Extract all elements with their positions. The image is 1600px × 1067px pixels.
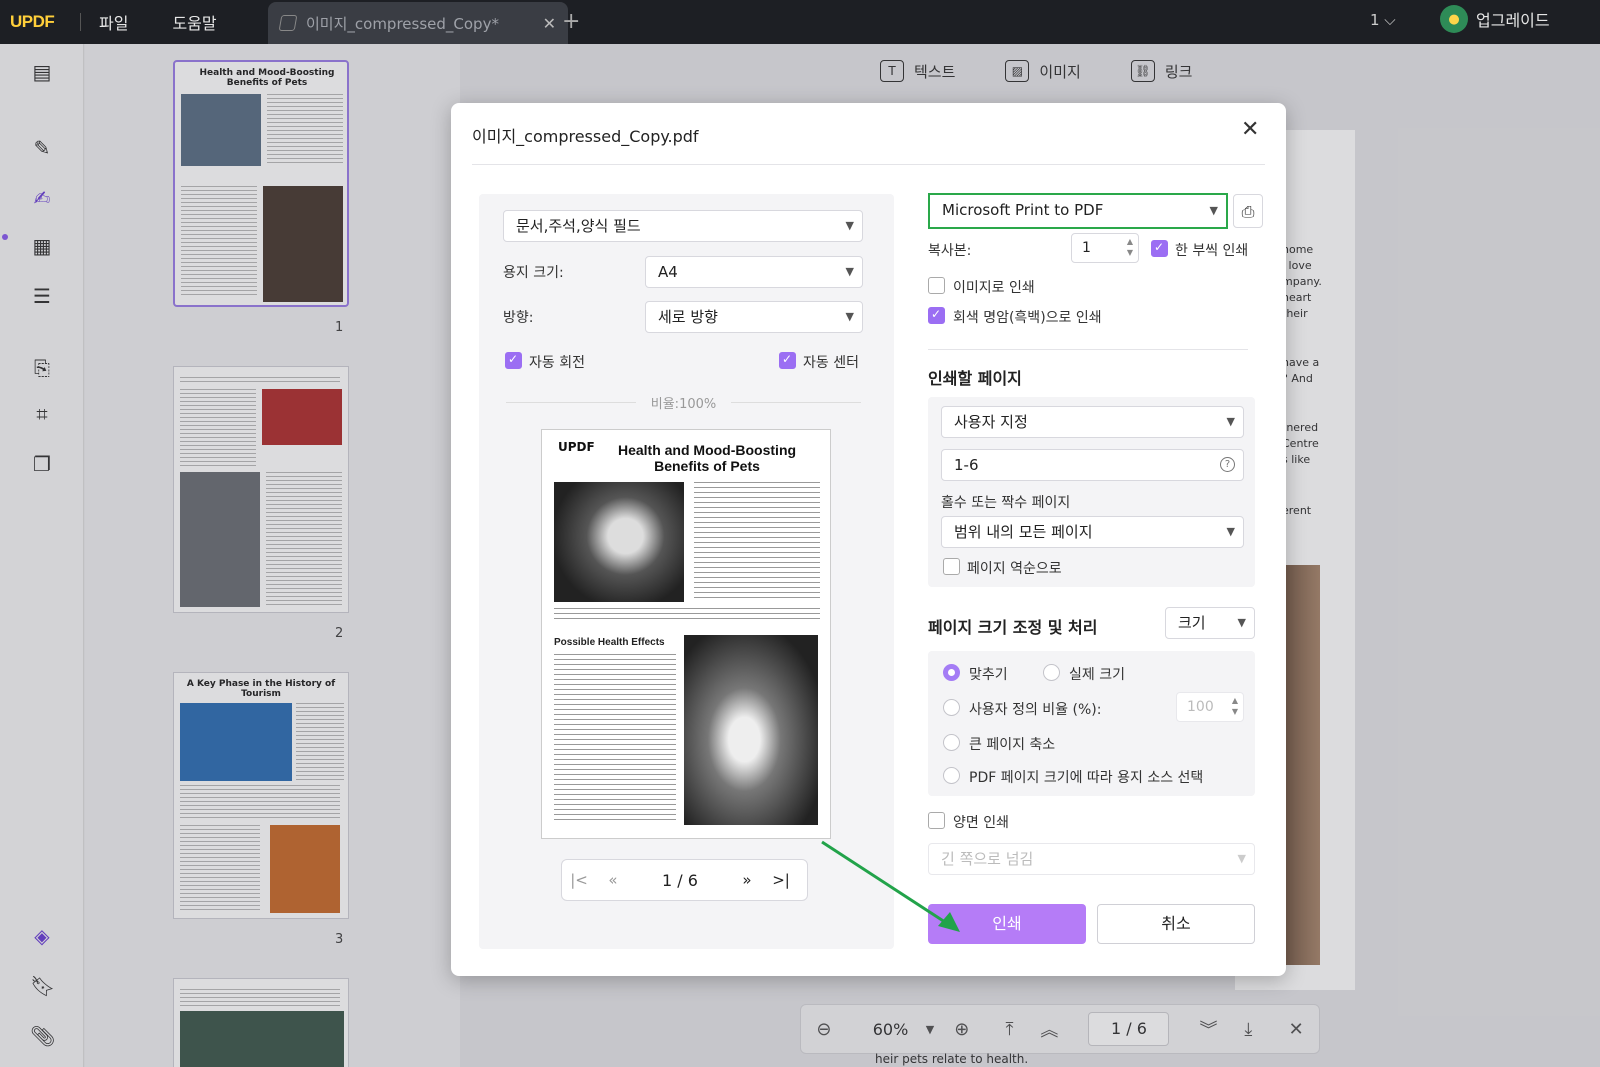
stepper-arrows-icon[interactable]: ▲ ▼ bbox=[1127, 236, 1133, 258]
auto-center-label: 자동 센터 bbox=[803, 355, 859, 371]
orientation-label: 방향: bbox=[503, 310, 534, 326]
close-icon[interactable]: ✕ bbox=[1241, 117, 1259, 142]
custom-scale-radio[interactable] bbox=[943, 699, 960, 716]
collate-checkbox[interactable] bbox=[1151, 240, 1168, 257]
odd-even-label: 홀수 또는 짝수 페이지 bbox=[941, 495, 1071, 511]
fit-label: 맞추기 bbox=[969, 667, 1008, 683]
preview-logo: UPDF bbox=[558, 440, 595, 454]
copies-stepper[interactable]: 1 ▲ ▼ bbox=[1071, 233, 1139, 263]
copies-label: 복사본: bbox=[928, 243, 972, 259]
custom-scale-label: 사용자 정의 비율 (%): bbox=[969, 702, 1102, 718]
upgrade-label: 업그레이드 bbox=[1476, 11, 1550, 30]
chevron-down-icon: ▼ bbox=[1237, 616, 1246, 629]
preview-page-number[interactable]: 1 / 6 bbox=[630, 871, 730, 890]
menu-file[interactable]: 파일 bbox=[99, 10, 128, 34]
dog-image bbox=[684, 635, 818, 825]
reverse-order-label: 페이지 역순으로 bbox=[967, 561, 1062, 577]
upgrade-button[interactable]: ● 업그레이드 bbox=[1440, 5, 1550, 33]
document-tab[interactable]: 이미지_compressed_Copy* ✕ bbox=[268, 2, 568, 44]
divider bbox=[80, 13, 81, 31]
content-select[interactable]: 문서,주석,양식 필드 ▼ bbox=[503, 210, 863, 242]
fit-radio[interactable] bbox=[943, 664, 960, 681]
grayscale-checkbox[interactable] bbox=[928, 307, 945, 324]
pages-section-title: 인쇄할 페이지 bbox=[928, 369, 1022, 388]
arrow-head bbox=[938, 912, 960, 932]
cat-image bbox=[554, 482, 684, 602]
paper-source-label: PDF 페이지 크기에 따라 용지 소스 선택 bbox=[969, 770, 1204, 786]
print-preview: UPDF Health and Mood-Boosting Benefits o… bbox=[541, 429, 831, 839]
printer-select[interactable]: Microsoft Print to PDF ▼ bbox=[928, 193, 1228, 229]
avatar: ● bbox=[1440, 5, 1468, 33]
collate-label: 한 부씩 인쇄 bbox=[1175, 243, 1249, 259]
cancel-button[interactable]: 취소 bbox=[1097, 904, 1255, 944]
annotation-arrow bbox=[821, 840, 960, 932]
tab-close-icon[interactable]: ✕ bbox=[543, 14, 556, 33]
chevron-down-icon: ▼ bbox=[1226, 415, 1235, 428]
chevron-down-icon: ▼ bbox=[845, 310, 854, 323]
print-as-image-checkbox[interactable] bbox=[928, 277, 945, 294]
tab-title: 이미지_compressed_Copy* bbox=[306, 14, 499, 33]
chevron-down-icon: ▼ bbox=[845, 219, 854, 232]
scale-ratio: 비율:100% bbox=[506, 393, 861, 412]
sizing-section-title: 페이지 크기 조정 및 처리 bbox=[928, 618, 1098, 637]
custom-scale-input[interactable]: 100 ▲ ▼ bbox=[1176, 692, 1244, 722]
actual-size-label: 실제 크기 bbox=[1069, 667, 1125, 683]
paper-size-select[interactable]: A4 ▼ bbox=[645, 256, 863, 288]
chevron-down-icon: ▼ bbox=[1237, 852, 1246, 865]
next-page-icon[interactable]: » bbox=[730, 871, 764, 889]
sizing-mode-select[interactable]: 크기 ▼ bbox=[1165, 607, 1255, 639]
last-page-icon[interactable]: >| bbox=[764, 871, 798, 889]
page-range-input[interactable]: 1-6? bbox=[941, 449, 1244, 481]
grayscale-label: 회색 명암(흑백)으로 인쇄 bbox=[953, 310, 1102, 326]
updf-logo: UPDF bbox=[10, 12, 55, 31]
duplex-checkbox[interactable] bbox=[928, 812, 945, 829]
arrow-shaft bbox=[821, 840, 949, 926]
duplex-label: 양면 인쇄 bbox=[953, 815, 1009, 831]
print-as-image-label: 이미지로 인쇄 bbox=[953, 280, 1035, 296]
help-icon[interactable]: ? bbox=[1220, 457, 1235, 472]
pages-mode-select[interactable]: 사용자 지정 ▼ bbox=[941, 406, 1244, 438]
paper-source-radio[interactable] bbox=[943, 767, 960, 784]
odd-even-select[interactable]: 범위 내의 모든 페이지 ▼ bbox=[941, 516, 1244, 548]
orientation-select[interactable]: 세로 방향 ▼ bbox=[645, 301, 863, 333]
actual-size-radio[interactable] bbox=[1043, 664, 1060, 681]
shrink-large-label: 큰 페이지 축소 bbox=[969, 737, 1056, 753]
prev-page-icon[interactable]: « bbox=[596, 871, 630, 889]
preview-subtitle: Possible Health Effects bbox=[554, 637, 665, 648]
title-bar: UPDF 파일 도움말 bbox=[0, 0, 1600, 44]
menu-help[interactable]: 도움말 bbox=[172, 10, 216, 34]
new-tab-button[interactable]: + bbox=[562, 9, 580, 34]
divider bbox=[472, 164, 1265, 165]
page-selector[interactable]: 1 ⌵ bbox=[1370, 11, 1396, 29]
paper-size-label: 용지 크기: bbox=[503, 265, 564, 281]
chevron-down-icon: ▼ bbox=[1226, 525, 1235, 538]
auto-rotate-checkbox[interactable] bbox=[505, 352, 522, 369]
shrink-large-radio[interactable] bbox=[943, 734, 960, 751]
reverse-order-checkbox[interactable] bbox=[943, 558, 960, 575]
dialog-title: 이미지_compressed_Copy.pdf bbox=[472, 127, 699, 146]
preview-title: Health and Mood-Boosting Benefits of Pet… bbox=[617, 442, 797, 474]
stepper-arrows-icon[interactable]: ▲ ▼ bbox=[1232, 695, 1238, 717]
auto-rotate-label: 자동 회전 bbox=[529, 355, 585, 371]
chevron-down-icon: ▼ bbox=[845, 265, 854, 278]
chevron-down-icon: ▼ bbox=[1209, 204, 1218, 217]
document-edit-icon bbox=[278, 15, 298, 31]
first-page-icon[interactable]: |< bbox=[562, 871, 596, 889]
auto-center-checkbox[interactable] bbox=[779, 352, 796, 369]
divider bbox=[928, 349, 1248, 350]
preview-pager: |< « 1 / 6 » >| bbox=[561, 859, 808, 901]
printer-settings-icon[interactable]: ⎙ bbox=[1233, 194, 1263, 228]
